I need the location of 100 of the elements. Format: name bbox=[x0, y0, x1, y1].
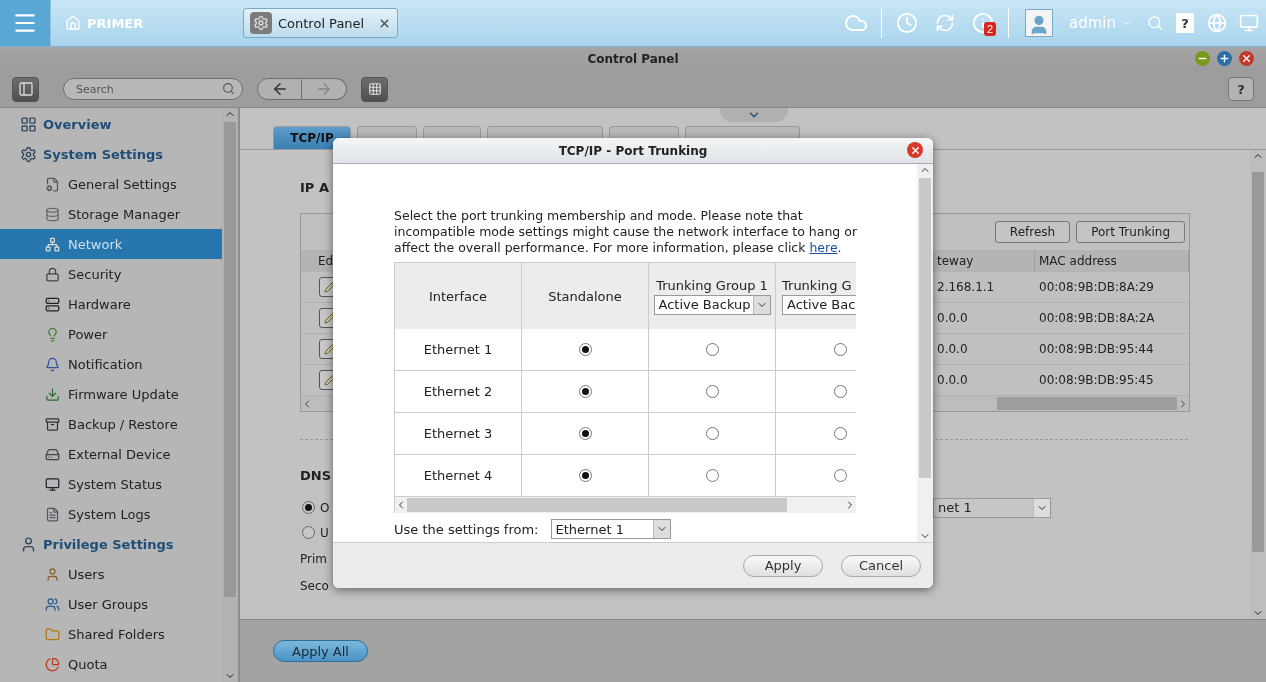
column-header: MAC address bbox=[1035, 250, 1189, 272]
apply-all-button[interactable]: Apply All bbox=[273, 640, 368, 662]
content-scrollbar[interactable] bbox=[1250, 150, 1266, 619]
column-header: Standalone bbox=[548, 288, 622, 304]
maximize-button[interactable] bbox=[1217, 51, 1232, 66]
users-icon bbox=[45, 596, 60, 612]
radio-button[interactable] bbox=[578, 469, 592, 482]
section-heading: IP A bbox=[300, 180, 329, 195]
sidebar-item[interactable]: System Status bbox=[0, 469, 222, 499]
table-cell: 00:08:9B:DB:8A:29 bbox=[1035, 272, 1189, 303]
pencil-icon bbox=[324, 281, 336, 293]
sidebar-item[interactable]: Quota bbox=[0, 649, 222, 679]
pencil-icon bbox=[324, 343, 336, 355]
search-icon bbox=[222, 82, 235, 95]
menu-button[interactable] bbox=[0, 0, 50, 46]
radio-button[interactable] bbox=[834, 385, 847, 398]
mode-select[interactable]: Active Backup bbox=[653, 294, 771, 315]
grid-icon bbox=[367, 82, 382, 96]
archive-icon bbox=[45, 416, 60, 432]
help-link[interactable]: here bbox=[809, 240, 838, 255]
radio-button[interactable] bbox=[302, 526, 315, 539]
radio-button[interactable] bbox=[705, 427, 719, 440]
sidebar-item[interactable]: Notification bbox=[0, 349, 222, 379]
drive-icon bbox=[45, 446, 60, 462]
table-scrollbar[interactable] bbox=[395, 497, 856, 513]
close-icon bbox=[378, 16, 391, 30]
mode-select[interactable]: Active Bac bbox=[782, 294, 856, 315]
sidebar-item[interactable]: Network bbox=[0, 229, 222, 259]
sidebar-section[interactable]: Overview bbox=[0, 109, 222, 139]
minimize-button[interactable] bbox=[1195, 51, 1210, 66]
sidebar-toggle-button[interactable] bbox=[12, 76, 39, 102]
search-field[interactable]: Search bbox=[63, 78, 243, 100]
panel-icon bbox=[17, 81, 34, 97]
radio-button[interactable] bbox=[578, 343, 592, 356]
radio-button[interactable] bbox=[705, 469, 719, 482]
database-icon bbox=[45, 206, 60, 222]
sidebar-item[interactable]: Shared Folders bbox=[0, 619, 222, 649]
settings-label: Use the settings from: bbox=[394, 521, 539, 537]
home-icon bbox=[65, 15, 81, 31]
collapse-handle[interactable] bbox=[720, 108, 788, 122]
dialog-scrollbar[interactable] bbox=[917, 164, 933, 542]
info-button[interactable]: 2 bbox=[964, 0, 1002, 46]
sidebar-item[interactable]: External Device bbox=[0, 439, 222, 469]
pie-chart-icon bbox=[45, 656, 60, 672]
column-header: teway bbox=[933, 250, 1035, 272]
folder-icon bbox=[45, 626, 60, 642]
settings-select[interactable]: Ethernet 1 bbox=[550, 519, 671, 539]
window-title: Control Panel bbox=[587, 52, 679, 66]
sidebar-item[interactable]: System Logs bbox=[0, 499, 222, 529]
sidebar-item[interactable]: Power bbox=[0, 319, 222, 349]
sidebar-item[interactable]: General Settings bbox=[0, 169, 222, 199]
avatar-icon[interactable] bbox=[1025, 9, 1053, 37]
forward-button[interactable] bbox=[302, 78, 347, 100]
radio-button[interactable] bbox=[578, 427, 592, 440]
dialog-button[interactable]: Apply bbox=[743, 554, 823, 577]
help-button[interactable]: ? bbox=[1176, 13, 1194, 33]
network-icon bbox=[45, 236, 60, 252]
table-cell: Ethernet 2 bbox=[395, 371, 522, 413]
download-icon bbox=[45, 386, 60, 402]
sidebar-item[interactable]: Storage Manager bbox=[0, 199, 222, 229]
sync-icon bbox=[935, 13, 955, 33]
sidebar-section[interactable]: System Settings bbox=[0, 139, 222, 169]
column-header: Interface bbox=[428, 288, 488, 304]
sidebar-item[interactable]: Hardware bbox=[0, 289, 222, 319]
plus-icon bbox=[1219, 53, 1230, 64]
interface-select[interactable]: net 1 bbox=[933, 497, 1051, 518]
table-button[interactable]: Refresh bbox=[994, 221, 1071, 243]
radio-button[interactable] bbox=[834, 427, 847, 440]
sidebar-item[interactable]: Firmware Update bbox=[0, 379, 222, 409]
column-header: Ed bbox=[318, 254, 334, 268]
sidebar-item[interactable]: User Groups bbox=[0, 589, 222, 619]
radio-button[interactable] bbox=[834, 469, 847, 482]
table-button[interactable]: Port Trunking bbox=[1076, 221, 1185, 243]
radio-button[interactable] bbox=[302, 501, 315, 514]
dialog-button[interactable]: Cancel bbox=[841, 554, 921, 577]
lock-icon bbox=[45, 266, 60, 282]
bell-icon bbox=[45, 356, 60, 372]
table-cell: Ethernet 1 bbox=[395, 329, 522, 371]
globe-icon bbox=[1207, 13, 1227, 33]
help-button[interactable]: ? bbox=[1228, 77, 1254, 101]
sidebar-item[interactable]: Users bbox=[0, 559, 222, 589]
user-icon bbox=[45, 566, 60, 582]
back-button[interactable] bbox=[257, 78, 302, 100]
radio-button[interactable] bbox=[705, 385, 719, 398]
sidebar-item[interactable]: Backup / Restore bbox=[0, 409, 222, 439]
close-button[interactable] bbox=[1239, 51, 1254, 66]
table-cell: Ethernet 3 bbox=[395, 413, 522, 455]
monitor-icon bbox=[45, 476, 60, 492]
apps-button[interactable] bbox=[361, 76, 388, 102]
sidebar-item[interactable]: Security bbox=[0, 259, 222, 289]
radio-button[interactable] bbox=[834, 343, 847, 356]
close-button[interactable] bbox=[907, 142, 923, 158]
radio-button[interactable] bbox=[578, 385, 592, 398]
pencil-icon bbox=[324, 312, 336, 324]
settings-file-icon bbox=[45, 176, 60, 192]
sidebar-section[interactable]: Privilege Settings bbox=[0, 529, 222, 559]
dialog-title: TCP/IP - Port Trunking bbox=[558, 143, 708, 158]
app-tab[interactable]: Control Panel bbox=[243, 8, 398, 38]
bulb-icon bbox=[45, 326, 60, 342]
radio-button[interactable] bbox=[705, 343, 719, 356]
